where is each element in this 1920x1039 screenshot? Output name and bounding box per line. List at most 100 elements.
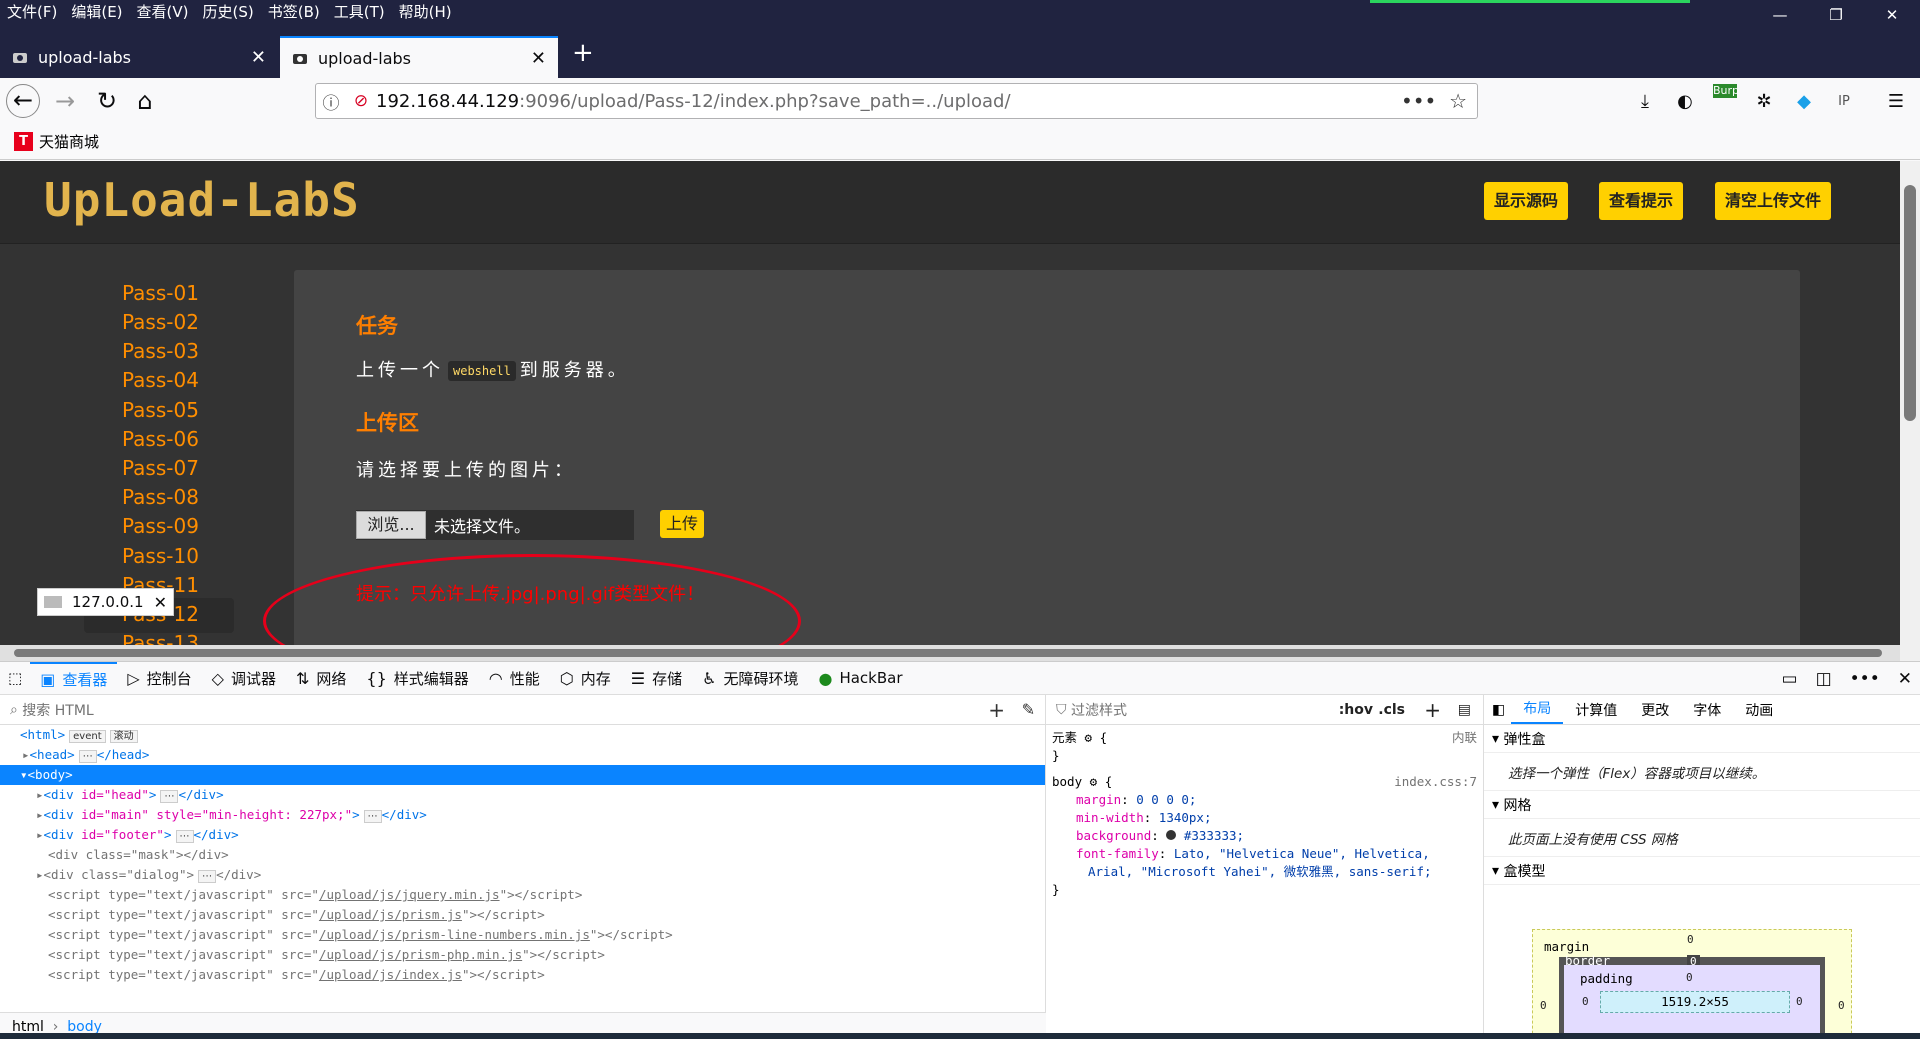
sidebar-item-pass-03[interactable]: Pass-03 <box>122 339 199 363</box>
tree-node-div-head[interactable]: ▸<div id="head"> ⋯ </div> <box>0 785 1045 805</box>
more-icon[interactable]: ••• <box>1850 669 1880 689</box>
padding-right-value[interactable]: 0 <box>1796 995 1803 1008</box>
forward-button[interactable]: → <box>48 84 82 118</box>
ip-icon[interactable]: IP <box>1832 90 1856 114</box>
sidebar-item-pass-10[interactable]: Pass-10 <box>122 544 199 568</box>
menu-edit[interactable]: 编辑(E) <box>64 0 129 28</box>
new-tab-button[interactable]: + <box>572 36 594 70</box>
margin-left-value[interactable]: 0 <box>1540 999 1547 1012</box>
scroll-thumb[interactable] <box>1904 185 1916 421</box>
padding-left-value[interactable]: 0 <box>1582 995 1589 1008</box>
tree-node-script[interactable]: <script type="text/javascript" src="/upl… <box>0 885 1045 905</box>
minimize-button[interactable]: — <box>1752 0 1808 28</box>
home-button[interactable]: ⌂ <box>128 84 162 118</box>
eyedropper-icon[interactable]: ✎ <box>1022 700 1035 719</box>
shield-icon[interactable]: ◆ <box>1792 90 1816 114</box>
browse-button[interactable]: 浏览... <box>356 511 426 539</box>
puzzle-icon[interactable]: ✲ <box>1752 90 1776 114</box>
tree-node-html[interactable]: <html> event 滚动 <box>0 725 1045 745</box>
tab-accessibility[interactable]: ♿ 无障碍环境 <box>692 662 808 695</box>
scroll-thumb[interactable] <box>14 649 1882 657</box>
responsive-icon[interactable]: ▭ <box>1782 669 1798 689</box>
vertical-scrollbar[interactable] <box>1900 161 1920 661</box>
tree-node-script[interactable]: <script type="text/javascript" src="/upl… <box>0 965 1045 985</box>
close-window-button[interactable]: ✕ <box>1864 0 1920 28</box>
search-input[interactable]: 搜索 HTML <box>22 700 93 720</box>
file-input[interactable]: 浏览... 未选择文件。 <box>356 510 634 540</box>
bookmark-tmall[interactable]: T 天猫商城 <box>14 131 99 152</box>
margin-top-value[interactable]: 0 <box>1687 933 1694 946</box>
sidebar-item-pass-07[interactable]: Pass-07 <box>122 456 199 480</box>
picker-icon[interactable]: ⬚ <box>0 662 30 695</box>
tab-performance[interactable]: ◠ 性能 <box>479 662 550 695</box>
tab-fonts[interactable]: 字体 <box>1681 700 1733 720</box>
grid-section-toggle[interactable]: ▾ 网格 <box>1484 791 1920 819</box>
tree-node-div-main[interactable]: ▸<div id="main" style="min-height: 227px… <box>0 805 1045 825</box>
tab-debugger[interactable]: ◇ 调试器 <box>202 662 286 695</box>
filter-styles-input[interactable]: 过滤样式 <box>1071 700 1127 720</box>
tree-node-script[interactable]: <script type="text/javascript" src="/upl… <box>0 905 1045 925</box>
tab-layout[interactable]: 布局 <box>1511 696 1564 724</box>
menu-help[interactable]: 帮助(H) <box>392 0 459 28</box>
filter-styles[interactable]: ⛉ 过滤样式 :hov .cls + ▤ <box>1046 695 1483 725</box>
tree-node-script[interactable]: <script type="text/javascript" src="/upl… <box>0 945 1045 965</box>
sidebar-item-pass-09[interactable]: Pass-09 <box>122 514 199 538</box>
dock-icon[interactable]: ◫ <box>1816 669 1832 689</box>
sidebar-item-pass-01[interactable]: Pass-01 <box>122 281 199 305</box>
hov-toggle[interactable]: :hov <box>1339 702 1373 718</box>
tree-node-div-mask[interactable]: <div class="mask"></div> <box>0 845 1045 865</box>
more-actions-icon[interactable]: ••• <box>1401 89 1436 113</box>
tree-node-div-dialog[interactable]: ▸<div class="dialog"> ⋯ </div> <box>0 865 1045 885</box>
padding-top-value[interactable]: 0 <box>1686 971 1693 984</box>
sidebar-item-pass-04[interactable]: Pass-04 <box>122 368 199 392</box>
tab-console[interactable]: ▷ 控制台 <box>117 662 201 695</box>
back-button[interactable]: ← <box>6 84 40 118</box>
site-logo[interactable]: UpLoad-LabS <box>44 173 360 227</box>
html-search[interactable]: ⌕ 搜索 HTML + ✎ <box>0 695 1045 725</box>
event-badge[interactable]: event <box>69 730 106 743</box>
gear-icon[interactable]: ⚙ <box>1085 730 1093 745</box>
close-icon[interactable]: ✕ <box>154 593 167 612</box>
css-declaration[interactable]: font-family: Lato, "Helvetica Neue", Hel… <box>1052 845 1477 863</box>
color-swatch[interactable] <box>1166 830 1177 840</box>
tab-network[interactable]: ⇅ 网络 <box>286 662 356 695</box>
url-bar[interactable]: ⓘ ⊘ 192.168.44.129:9096/upload/Pass-12/i… <box>315 83 1478 119</box>
sidebar-item-pass-08[interactable]: Pass-08 <box>122 485 199 509</box>
flexbox-section-toggle[interactable]: ▾ 弹性盒 <box>1484 725 1920 753</box>
menu-file[interactable]: 文件(F) <box>0 0 64 28</box>
info-icon[interactable]: ⓘ <box>316 89 346 114</box>
sidebar-toggle-icon[interactable]: ◧ <box>1492 702 1511 718</box>
menu-icon[interactable]: ☰ <box>1884 90 1908 114</box>
tree-node-body[interactable]: ▾<body> <box>0 765 1045 785</box>
tab-inspector[interactable]: ▣ 查看器 <box>30 661 118 695</box>
close-tab-icon[interactable]: ✕ <box>531 48 546 69</box>
restore-button[interactable]: ❐ <box>1808 0 1864 28</box>
box-model-section-toggle[interactable]: ▾ 盒模型 <box>1484 857 1920 885</box>
upload-button[interactable]: 上传 <box>660 510 705 538</box>
menu-tools[interactable]: 工具(T) <box>327 0 392 28</box>
tab-computed[interactable]: 计算值 <box>1563 700 1629 720</box>
extensions-icon[interactable]: ◐ <box>1673 90 1697 114</box>
show-hint-button[interactable]: 查看提示 <box>1599 182 1684 220</box>
tab-upload-labs-1[interactable]: upload-labs ✕ <box>0 36 278 78</box>
tab-animations[interactable]: 动画 <box>1733 700 1785 720</box>
close-tab-icon[interactable]: ✕ <box>251 47 266 68</box>
css-declaration[interactable]: margin: 0 0 0 0; <box>1052 791 1477 809</box>
tree-node-head[interactable]: ▸<head> ⋯ </head> <box>0 745 1045 765</box>
tab-style-editor[interactable]: {} 样式编辑器 <box>356 662 478 695</box>
rule-source-link[interactable]: index.css:7 <box>1394 773 1477 791</box>
tab-memory[interactable]: ⬡ 内存 <box>550 662 621 695</box>
menu-bookmarks[interactable]: 书签(B) <box>261 0 327 28</box>
tab-storage[interactable]: ☰ 存储 <box>621 662 692 695</box>
tab-hackbar[interactable]: ● HackBar <box>808 662 912 695</box>
add-node-icon[interactable]: + <box>988 698 1005 722</box>
reload-button[interactable]: ↻ <box>90 84 124 118</box>
print-icon[interactable]: ▤ <box>1458 702 1471 718</box>
show-source-button[interactable]: 显示源码 <box>1484 182 1569 220</box>
close-devtools-icon[interactable]: ✕ <box>1898 669 1912 689</box>
css-declaration[interactable]: background: #333333; <box>1052 827 1477 845</box>
cls-toggle[interactable]: .cls <box>1378 702 1405 718</box>
horizontal-scrollbar[interactable] <box>0 645 1900 661</box>
css-declaration[interactable]: min-width: 1340px; <box>1052 809 1477 827</box>
menu-view[interactable]: 查看(V) <box>130 0 196 28</box>
